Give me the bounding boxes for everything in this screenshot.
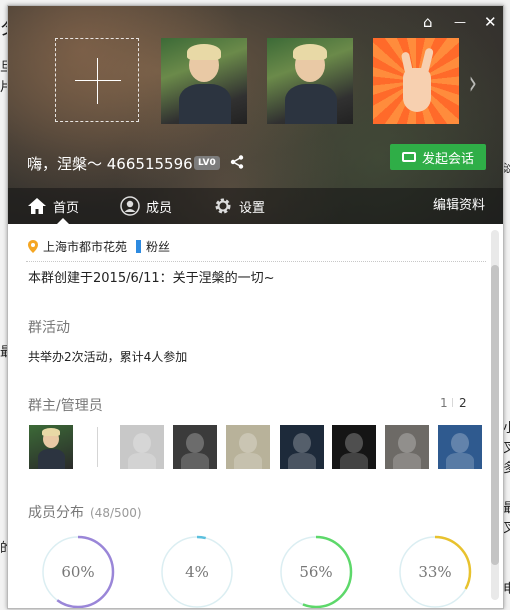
group-photo-2[interactable] [267, 38, 353, 124]
tag-marker-icon [136, 240, 142, 253]
member-count: (48/500) [90, 506, 142, 520]
admin-avatar[interactable] [226, 425, 270, 469]
admin-avatar[interactable] [280, 425, 324, 469]
start-chat-button[interactable]: 发起会话 [390, 144, 486, 170]
ring-percent-label: 60% [61, 563, 95, 581]
ring-percent-label: 56% [299, 563, 333, 581]
group-intro: 本群创建于2015/6/11：关于涅槃的一切~ [28, 271, 275, 286]
share-icon[interactable] [230, 155, 244, 169]
background-text: 叉 [503, 441, 510, 456]
profile-header: ⌂ — ✕ › 嗨，涅槃～ 466515596 LV0 发起会话 首页 成员 设… [8, 6, 503, 224]
page-1-link[interactable]: 1 [440, 396, 448, 410]
admin-avatar[interactable] [120, 425, 164, 469]
location-pin-icon [28, 240, 38, 253]
plus-icon [97, 58, 98, 104]
chevron-right-icon[interactable]: › [469, 66, 477, 100]
scrollbar-thumb[interactable] [491, 265, 499, 565]
location-text: 上海市都市花苑 [43, 240, 128, 254]
close-button[interactable]: ✕ [484, 14, 497, 30]
scrollbar[interactable] [491, 230, 499, 600]
edit-profile-link[interactable]: 编辑资料 [433, 188, 485, 224]
chat-icon [401, 152, 416, 162]
home-icon [28, 198, 46, 214]
activity-summary[interactable]: 共举办2次活动，累计4人参加 [28, 348, 187, 365]
activity-title: 群活动 [28, 320, 70, 336]
admin-avatar[interactable] [385, 425, 429, 469]
distribution-title-text: 成员分布 [28, 505, 84, 521]
tab-label: 设置 [239, 200, 266, 216]
group-title: 嗨，涅槃～ 466515596 [27, 155, 193, 173]
admin-avatar[interactable] [332, 425, 376, 469]
background-text: 小 [503, 421, 510, 436]
plus-icon [75, 80, 121, 81]
tab-members[interactable]: 成员 [120, 188, 172, 224]
divider [26, 261, 486, 262]
level-badge: LV0 [194, 156, 220, 170]
background-text: 电 [503, 582, 510, 597]
background-text: 最 [503, 501, 510, 516]
ring-percent-label: 4% [185, 563, 209, 581]
pager-separator: | [451, 398, 455, 408]
distribution-title: 成员分布 (48/500) [28, 502, 142, 522]
minimize-button[interactable]: — [454, 14, 466, 30]
admin-avatar[interactable] [173, 425, 217, 469]
background-text: 叉 [503, 521, 510, 536]
background-text: 多 [503, 461, 510, 476]
tab-settings[interactable]: 设置 [213, 188, 265, 224]
home-content: 上海市都市花苑 粉丝 本群创建于2015/6/11：关于涅槃的一切~ 群活动 共… [8, 224, 488, 608]
start-chat-label: 发起会话 [421, 151, 474, 167]
member-icon [120, 196, 140, 216]
tab-label: 成员 [146, 200, 173, 216]
tab-bar: 首页 成员 设置 编辑资料 [8, 188, 503, 224]
group-tag[interactable]: 粉丝 [146, 238, 170, 255]
location-row: 上海市都市花苑 粉丝 [28, 238, 170, 255]
tab-home[interactable]: 首页 [27, 188, 79, 224]
admin-avatar[interactable] [438, 425, 482, 469]
page-2-link[interactable]: 2 [459, 396, 467, 410]
owner-avatar[interactable] [29, 425, 73, 469]
skin-button[interactable]: ⌂ [423, 14, 433, 30]
group-photo-1[interactable] [161, 38, 247, 124]
admins-title: 群主/管理员 [28, 398, 103, 414]
group-profile-window: ⌂ — ✕ › 嗨，涅槃～ 466515596 LV0 发起会话 首页 成员 设… [7, 5, 504, 609]
group-photo-3[interactable] [373, 38, 459, 124]
ring-percent-label: 33% [418, 563, 452, 581]
admin-separator [97, 427, 98, 467]
tab-label: 首页 [53, 200, 80, 216]
gear-icon [215, 198, 231, 214]
add-photo-button[interactable] [55, 38, 139, 122]
